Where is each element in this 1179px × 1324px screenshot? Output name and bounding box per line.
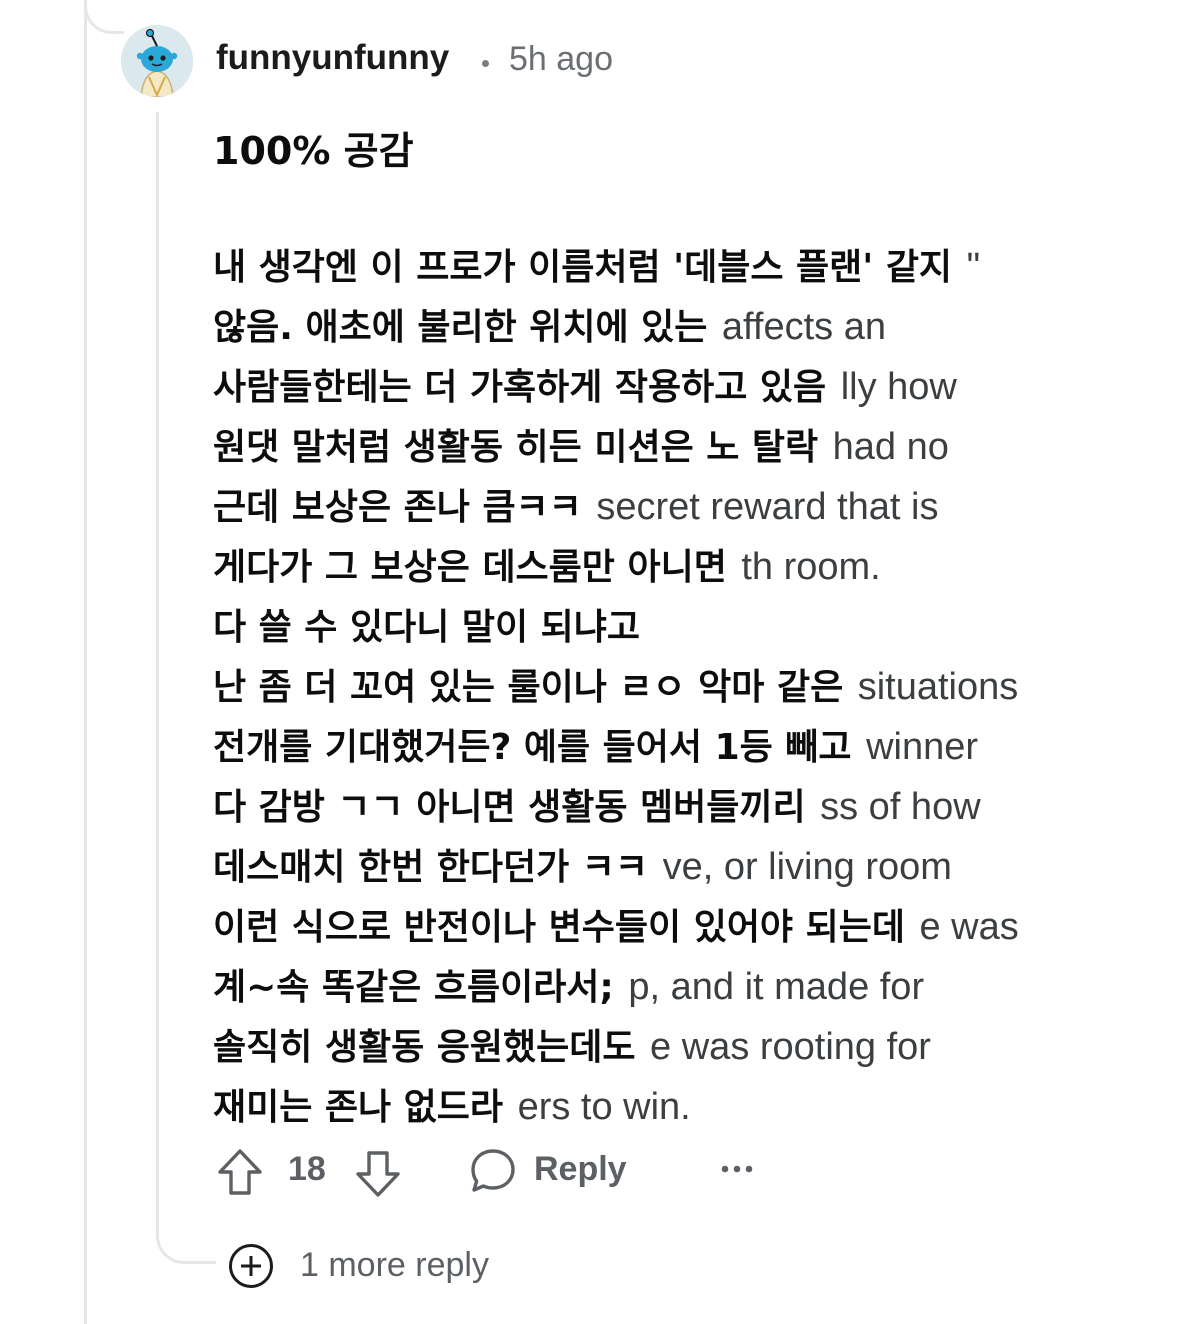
thread-line-parent bbox=[84, 0, 87, 1324]
username[interactable]: funnyunfunny bbox=[216, 38, 449, 78]
korean-overlay-text: 데스매치 한번 한다던가 ㅋㅋ bbox=[213, 847, 663, 888]
korean-overlay-text: 사람들한테는 더 가혹하게 작용하고 있음 bbox=[213, 367, 841, 408]
underlying-text: secret reward that is bbox=[596, 486, 939, 528]
underlying-text: th room. bbox=[741, 546, 881, 588]
comment-line: 다 감방 ㄱㄱ 아니면 생활동 멤버들끼리 ss of how bbox=[213, 777, 1143, 837]
reply-label: Reply bbox=[534, 1150, 627, 1188]
underlying-text: " bbox=[966, 246, 981, 288]
korean-overlay-text: 전개를 기대했거든? 예를 들어서 1등 빼고 bbox=[213, 727, 867, 768]
comment-line: 않음. 애초에 불리한 위치에 있는 affects an bbox=[213, 297, 1143, 357]
comment-line: 계~속 똑같은 흐름이라서; p, and it made for bbox=[213, 957, 1143, 1017]
comment-body: 100% 공감 내 생각엔 이 프로가 이름처럼 '데블스 플랜' 같지 " 않… bbox=[213, 125, 1143, 1137]
plus-circle-icon bbox=[229, 1244, 273, 1288]
comment-lines: 내 생각엔 이 프로가 이름처럼 '데블스 플랜' 같지 " 않음. 애초에 불… bbox=[213, 237, 1143, 1137]
comment-line: 내 생각엔 이 프로가 이름처럼 '데블스 플랜' 같지 " bbox=[213, 237, 1143, 297]
underlying-text: ers to win. bbox=[517, 1086, 691, 1128]
korean-overlay-text: 솔직히 생활동 응원했는데도 bbox=[213, 1027, 651, 1068]
meta-separator-dot bbox=[482, 60, 489, 67]
underlying-text: e was rooting for bbox=[650, 1026, 931, 1068]
comment-line: 사람들한테는 더 가혹하게 작용하고 있음 lly how bbox=[213, 357, 1143, 417]
korean-overlay-text: 원댓 말처럼 생활동 히든 미션은 노 탈락 bbox=[213, 427, 833, 468]
thread-connector bbox=[84, 0, 124, 34]
avatar[interactable] bbox=[121, 25, 193, 97]
underlying-text: lly how bbox=[840, 366, 957, 408]
comment-line: 근데 보상은 존나 큼ㅋㅋ secret reward that is bbox=[213, 477, 1143, 537]
korean-overlay-text: 이런 식으로 반전이나 변수들이 있어야 되는데 bbox=[213, 907, 920, 948]
comment-line: 재미는 존나 없드라 ers to win. bbox=[213, 1077, 1143, 1137]
comment-line: 전개를 기대했거든? 예를 들어서 1등 빼고 winner bbox=[213, 717, 1143, 777]
underlying-text: ss of how bbox=[820, 786, 981, 828]
more-replies-label: 1 more reply bbox=[300, 1246, 489, 1284]
korean-overlay-text: 계~속 똑같은 흐름이라서; bbox=[213, 967, 629, 1008]
comment-line: 게다가 그 보상은 데스룸만 아니면 th room. bbox=[213, 537, 1143, 597]
comment-line: 원댓 말처럼 생활동 히든 미션은 노 탈락 had no bbox=[213, 417, 1143, 477]
underlying-text: affects an bbox=[721, 306, 886, 348]
comment-line: 이런 식으로 반전이나 변수들이 있어야 되는데 e was bbox=[213, 897, 1143, 957]
underlying-text: p, and it made for bbox=[628, 966, 925, 1008]
underlying-text: e was bbox=[919, 906, 1019, 948]
korean-overlay-text: 다 쓸 수 있다니 말이 되냐고 bbox=[213, 607, 642, 648]
snoo-avatar-icon bbox=[121, 25, 193, 97]
underlying-text: had no bbox=[832, 426, 949, 468]
comment-line: 솔직히 생활동 응원했는데도 e was rooting for bbox=[213, 1017, 1143, 1077]
comment-line: 난 좀 더 꼬여 있는 룰이나 ㄹㅇ 악마 같은 situations bbox=[213, 657, 1143, 717]
korean-overlay-text: 내 생각엔 이 프로가 이름처럼 '데블스 플랜' 같지 bbox=[213, 247, 967, 288]
comment-line: 다 쓸 수 있다니 말이 되냐고 bbox=[213, 597, 1143, 657]
vote-score: 18 bbox=[288, 1150, 326, 1188]
reply-button[interactable]: Reply bbox=[468, 1144, 648, 1200]
arrow-up-icon[interactable] bbox=[214, 1146, 266, 1198]
underlying-text: situations bbox=[857, 666, 1019, 708]
arrow-down-icon[interactable] bbox=[352, 1148, 404, 1200]
comment-line: 데스매치 한번 한다던가 ㅋㅋ ve, or living room bbox=[213, 837, 1143, 897]
comment-first-line: 100% 공감 bbox=[213, 129, 414, 173]
korean-overlay-text: 않음. 애초에 불리한 위치에 있는 bbox=[213, 307, 722, 348]
underlying-text: ve, or living room bbox=[662, 846, 952, 888]
more-replies-button[interactable]: 1 more reply bbox=[228, 1240, 548, 1292]
timestamp: 5h ago bbox=[509, 40, 613, 78]
korean-overlay-text: 근데 보상은 존나 큼ㅋㅋ bbox=[213, 487, 597, 528]
korean-overlay-text: 재미는 존나 없드라 bbox=[213, 1087, 518, 1128]
thread-line-comment[interactable] bbox=[156, 112, 216, 1264]
comment-action-bar: 18 Reply bbox=[214, 1140, 774, 1200]
korean-overlay-text: 게다가 그 보상은 데스룸만 아니면 bbox=[213, 547, 742, 588]
korean-overlay-text: 다 감방 ㄱㄱ 아니면 생활동 멤버들끼리 bbox=[213, 787, 821, 828]
ellipsis-icon[interactable] bbox=[720, 1152, 754, 1186]
underlying-text: winner bbox=[866, 726, 979, 768]
korean-overlay-text: 난 좀 더 꼬여 있는 룰이나 ㄹㅇ 악마 같은 bbox=[213, 667, 858, 708]
speech-bubble-icon bbox=[471, 1149, 515, 1192]
